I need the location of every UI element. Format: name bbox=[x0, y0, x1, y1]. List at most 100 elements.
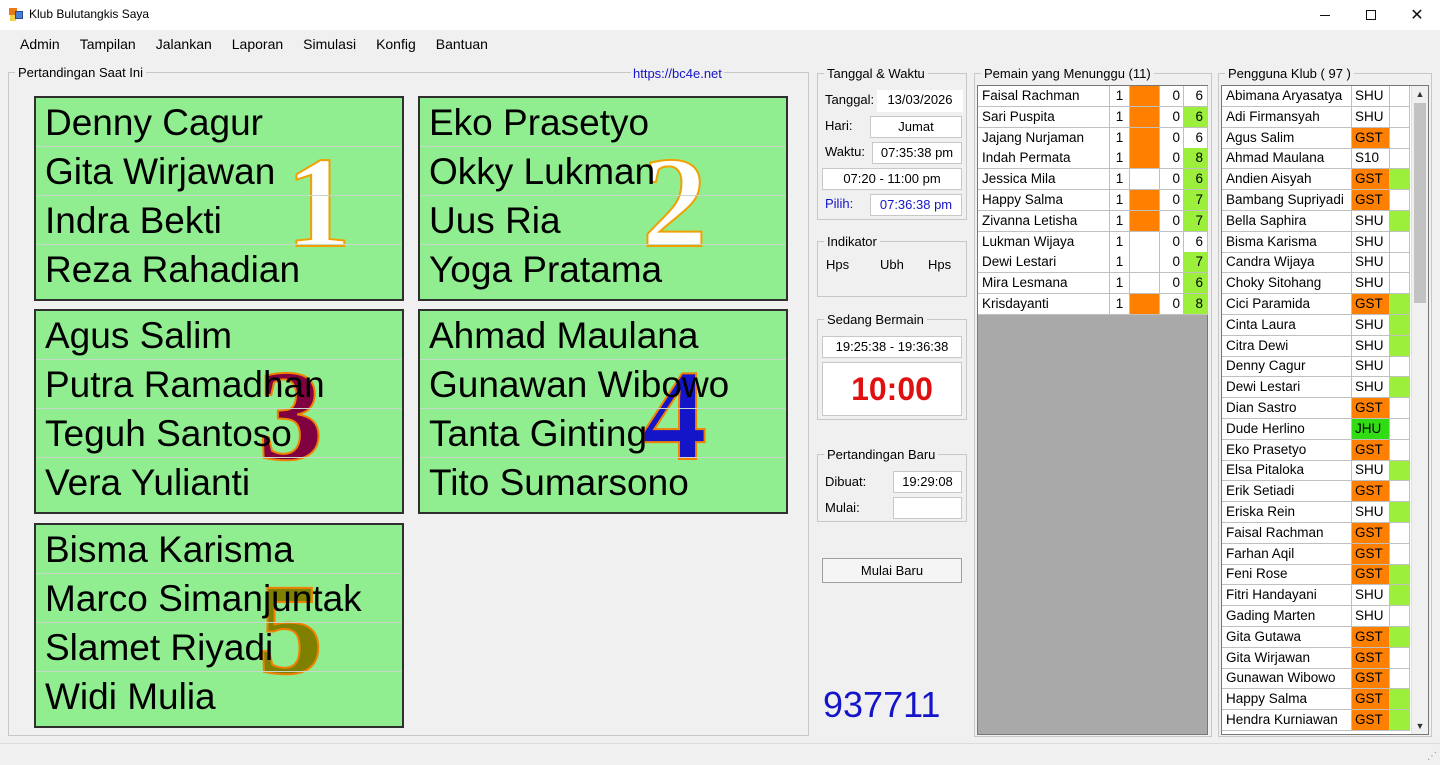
waiting-row[interactable]: Sari Puspita 1 0 6 bbox=[978, 106, 1208, 128]
waiting-row[interactable]: Happy Salma 1 0 7 bbox=[978, 190, 1208, 211]
close-button[interactable]: ✕ bbox=[1394, 0, 1440, 30]
club-member-name: Gita Wirjawan bbox=[1222, 647, 1352, 669]
club-row[interactable]: Bisma Karisma SHU bbox=[1222, 231, 1412, 253]
club-row[interactable]: Faisal Rachman GST bbox=[1222, 522, 1412, 544]
waiting-row[interactable]: Zivanna Letisha 1 0 7 bbox=[978, 210, 1208, 232]
court-1[interactable]: 1 Denny Cagur Gita Wirjawan Indra Bekti Reza… bbox=[34, 96, 404, 301]
waiting-row[interactable]: Dewi Lestari 1 0 7 bbox=[978, 252, 1208, 274]
court-player[interactable]: Gunawan Wibowo bbox=[420, 360, 786, 409]
club-row[interactable]: Agus Salim GST bbox=[1222, 127, 1412, 149]
app-icon bbox=[9, 8, 23, 21]
time-range-field[interactable]: 07:20 - 11:00 pm bbox=[822, 168, 962, 190]
club-row[interactable]: Fitri Handayani SHU bbox=[1222, 585, 1412, 607]
club-row[interactable]: Eko Prasetyo GST bbox=[1222, 439, 1412, 461]
court-player[interactable]: Uus Ria bbox=[420, 196, 786, 245]
court-player[interactable]: Widi Mulia bbox=[36, 672, 402, 721]
court-player[interactable]: Agus Salim bbox=[36, 311, 402, 360]
club-row[interactable]: Denny Cagur SHU bbox=[1222, 356, 1412, 378]
waiting-list[interactable]: Faisal Rachman 1 0 6 Sari Puspita 1 0 6 Jajang N… bbox=[977, 85, 1208, 735]
club-row[interactable]: Gading Marten SHU bbox=[1222, 606, 1412, 627]
club-row[interactable]: Gita Wirjawan GST bbox=[1222, 647, 1412, 669]
club-row[interactable]: Abimana Aryasatya SHU bbox=[1222, 86, 1412, 107]
menu-simulasi[interactable]: Simulasi bbox=[293, 36, 366, 52]
club-member-status: GST bbox=[1352, 481, 1390, 503]
waiting-value: 0 bbox=[1160, 273, 1184, 295]
waiting-row[interactable]: Faisal Rachman 1 0 6 bbox=[978, 86, 1208, 107]
court-player[interactable]: Eko Prasetyo bbox=[420, 98, 786, 147]
club-row[interactable]: Choky Sitohang SHU bbox=[1222, 273, 1412, 295]
club-row[interactable]: Bambang Supriyadi GST bbox=[1222, 190, 1412, 211]
scroll-thumb[interactable] bbox=[1414, 103, 1426, 303]
court-player[interactable]: Slamet Riyadi bbox=[36, 623, 402, 672]
menu-konfig[interactable]: Konfig bbox=[366, 36, 426, 52]
club-row[interactable]: Farhan Aqil GST bbox=[1222, 543, 1412, 565]
club-row[interactable]: Citra Dewi SHU bbox=[1222, 335, 1412, 357]
waiting-row[interactable]: Jessica Mila 1 0 6 bbox=[978, 169, 1208, 191]
resize-grip-icon[interactable]: ⋰ bbox=[1427, 751, 1437, 762]
club-row[interactable]: Andien Aisyah GST bbox=[1222, 169, 1412, 191]
date-field[interactable]: 13/03/2026 bbox=[877, 90, 963, 112]
court-player[interactable]: Indra Bekti bbox=[36, 196, 402, 245]
waiting-row[interactable]: Indah Permata 1 0 8 bbox=[978, 148, 1208, 170]
club-row[interactable]: Bella Saphira SHU bbox=[1222, 210, 1412, 232]
court-player[interactable]: Yoga Pratama bbox=[420, 245, 786, 294]
scroll-down-icon[interactable]: ▼ bbox=[1412, 718, 1428, 734]
waiting-row[interactable]: Jajang Nurjaman 1 0 6 bbox=[978, 127, 1208, 149]
court-5[interactable]: 5 Bisma Karisma Marco Simanjuntak Slamet Ri… bbox=[34, 523, 404, 728]
court-4[interactable]: 4 Ahmad Maulana Gunawan Wibowo Tanta Gintin… bbox=[418, 309, 788, 514]
club-member-name: Feni Rose bbox=[1222, 564, 1352, 586]
club-row[interactable]: Dewi Lestari SHU bbox=[1222, 377, 1412, 399]
club-row[interactable]: Happy Salma GST bbox=[1222, 689, 1412, 711]
court-player[interactable]: Okky Lukman bbox=[420, 147, 786, 196]
court-player[interactable]: Putra Ramadhan bbox=[36, 360, 402, 409]
club-list-scrollbar[interactable]: ▲ ▼ bbox=[1411, 86, 1428, 734]
court-player[interactable]: Denny Cagur bbox=[36, 98, 402, 147]
menu-bantuan[interactable]: Bantuan bbox=[426, 36, 498, 52]
website-link[interactable]: https://bc4e.net bbox=[631, 66, 724, 81]
court-3[interactable]: 3 Agus Salim Putra Ramadhan Teguh Santoso Ve… bbox=[34, 309, 404, 514]
court-player[interactable]: Marco Simanjuntak bbox=[36, 574, 402, 623]
club-row[interactable]: Candra Wijaya SHU bbox=[1222, 252, 1412, 274]
waiting-row[interactable]: Krisdayanti 1 0 8 bbox=[978, 294, 1208, 315]
waiting-row[interactable]: Mira Lesmana 1 0 6 bbox=[978, 273, 1208, 295]
waiting-row[interactable]: Lukman Wijaya 1 0 6 bbox=[978, 231, 1208, 253]
court-player[interactable]: Gita Wirjawan bbox=[36, 147, 402, 196]
day-field[interactable]: Jumat bbox=[870, 116, 962, 138]
maximize-button[interactable] bbox=[1348, 0, 1394, 30]
court-player[interactable]: Vera Yulianti bbox=[36, 458, 402, 507]
club-row[interactable]: Dian Sastro GST bbox=[1222, 398, 1412, 419]
club-member-list[interactable]: Hendra Kurniawan GST Happy Salma GST Gunawan… bbox=[1221, 85, 1429, 735]
time-field[interactable]: 07:35:38 pm bbox=[872, 142, 962, 164]
minimize-button[interactable] bbox=[1302, 0, 1348, 30]
court-player[interactable]: Ahmad Maulana bbox=[420, 311, 786, 360]
club-row[interactable]: Cici Paramida GST bbox=[1222, 294, 1412, 315]
club-member-marker bbox=[1390, 377, 1410, 399]
court-player[interactable]: Bisma Karisma bbox=[36, 525, 402, 574]
club-row[interactable]: Hendra Kurniawan GST bbox=[1222, 710, 1412, 731]
club-row[interactable]: Feni Rose GST bbox=[1222, 564, 1412, 586]
court-player[interactable]: Tanta Ginting bbox=[420, 409, 786, 458]
club-row[interactable]: Adi Firmansyah SHU bbox=[1222, 106, 1412, 128]
court-player[interactable]: Reza Rahadian bbox=[36, 245, 402, 294]
created-field[interactable]: 19:29:08 bbox=[893, 471, 962, 493]
court-player[interactable]: Tito Sumarsono bbox=[420, 458, 786, 507]
waiting-legend: Pemain yang Menunggu (11) bbox=[981, 66, 1154, 81]
menu-laporan[interactable]: Laporan bbox=[222, 36, 293, 52]
new-match-button[interactable]: Mulai Baru bbox=[822, 558, 962, 583]
court-player[interactable]: Teguh Santoso bbox=[36, 409, 402, 458]
club-row[interactable]: Gita Gutawa GST bbox=[1222, 626, 1412, 648]
club-row[interactable]: Cinta Laura SHU bbox=[1222, 314, 1412, 336]
menu-admin[interactable]: Admin bbox=[10, 36, 70, 52]
club-row[interactable]: Gunawan Wibowo GST bbox=[1222, 668, 1412, 690]
club-row[interactable]: Eriska Rein SHU bbox=[1222, 502, 1412, 523]
menu-tampilan[interactable]: Tampilan bbox=[70, 36, 146, 52]
club-row[interactable]: Erik Setiadi GST bbox=[1222, 481, 1412, 503]
start-field[interactable] bbox=[893, 497, 962, 519]
court-2[interactable]: 2 Eko Prasetyo Okky Lukman Uus Ria Yoga Prat… bbox=[418, 96, 788, 301]
club-row[interactable]: Ahmad Maulana S10 bbox=[1222, 148, 1412, 170]
menu-jalankan[interactable]: Jalankan bbox=[146, 36, 222, 52]
club-row[interactable]: Elsa Pitaloka SHU bbox=[1222, 460, 1412, 482]
scroll-up-icon[interactable]: ▲ bbox=[1412, 86, 1428, 102]
pick-time-field[interactable]: 07:36:38 pm bbox=[870, 194, 962, 216]
club-row[interactable]: Dude Herlino JHU bbox=[1222, 418, 1412, 440]
